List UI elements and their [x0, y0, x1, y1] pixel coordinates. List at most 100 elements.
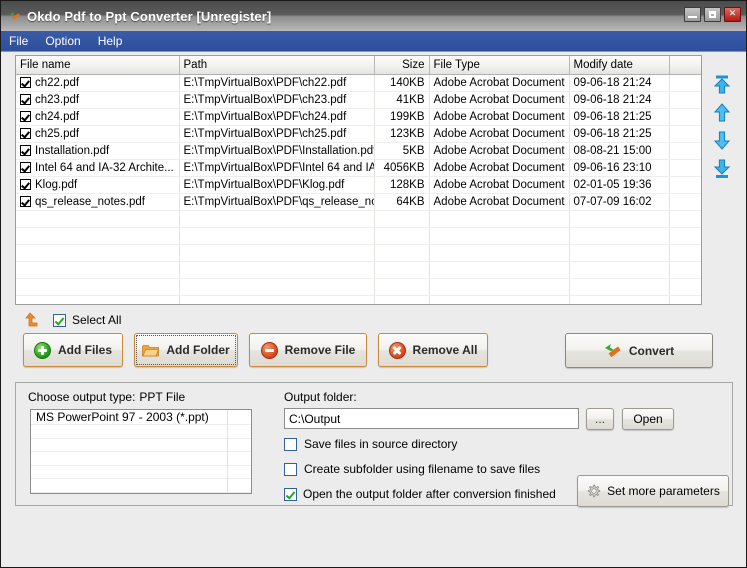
create-subfolder-label: Create subfolder using filename to save …: [304, 462, 541, 476]
table-row[interactable]: Intel 64 and IA-32 Archite... E:\TmpVirtu…: [16, 159, 701, 177]
table-row[interactable]: ch22.pdf E:\TmpVirtualBox\PDF\ch22.pdf 140…: [16, 74, 701, 92]
cell-empty: [429, 261, 570, 279]
cell-path: E:\TmpVirtualBox\PDF\Klog.pdf: [179, 176, 375, 194]
file-table: File name Path Size File Type Modify dat…: [16, 56, 701, 304]
table-row[interactable]: ch24.pdf E:\TmpVirtualBox\PDF\ch24.pdf 199…: [16, 108, 701, 126]
add-folder-button[interactable]: Add Folder: [134, 333, 238, 367]
cell-file-type: Adobe Acrobat Document: [429, 142, 570, 160]
plus-circle-icon: [33, 341, 51, 359]
row-checkbox[interactable]: [20, 76, 31, 88]
file-name-text: ch25.pdf: [35, 127, 80, 140]
cell-file-type: Adobe Acrobat Document: [429, 125, 570, 143]
save-in-source-checkbox[interactable]: [284, 437, 297, 451]
cell-size: 41KB: [374, 91, 430, 109]
output-folder-label: Output folder:: [284, 390, 357, 404]
cell-file-name: Installation.pdf: [16, 142, 180, 160]
menu-item-file[interactable]: File: [9, 32, 36, 50]
add-files-button[interactable]: Add Files: [23, 333, 123, 367]
file-name-text: Intel 64 and IA-32 Archite...: [35, 161, 174, 174]
row-checkbox[interactable]: [20, 127, 31, 139]
move-to-top-icon[interactable]: [711, 74, 733, 95]
cell-empty: [16, 210, 180, 228]
cell-empty: [429, 295, 570, 304]
menu-item-option[interactable]: Option: [45, 32, 88, 50]
open-after-convert-checkbox[interactable]: [284, 487, 297, 501]
cell-path: E:\TmpVirtualBox\PDF\ch25.pdf: [179, 125, 375, 143]
set-more-parameters-button[interactable]: Set more parameters: [577, 475, 729, 507]
column-header-size[interactable]: Size: [374, 56, 430, 75]
move-to-bottom-icon[interactable]: [711, 158, 733, 179]
table-row[interactable]: ch25.pdf E:\TmpVirtualBox\PDF\ch25.pdf 123…: [16, 125, 701, 143]
cell-extra: [669, 108, 701, 126]
cell-file-name: ch23.pdf: [16, 91, 180, 109]
open-folder-button[interactable]: Open: [622, 408, 674, 430]
table-row[interactable]: Klog.pdf E:\TmpVirtualBox\PDF\Klog.pdf 128…: [16, 176, 701, 194]
cell-empty: [16, 295, 180, 304]
window-controls: ✕: [684, 7, 741, 22]
column-header-extra[interactable]: [669, 56, 701, 75]
select-all-checkbox[interactable]: [53, 313, 66, 327]
move-up-icon[interactable]: [711, 102, 733, 123]
output-folder-input[interactable]: [284, 408, 579, 429]
file-name-text: ch22.pdf: [35, 76, 80, 89]
back-arrow-icon[interactable]: [21, 312, 41, 328]
convert-button[interactable]: Convert: [565, 333, 713, 368]
type-list-item[interactable]: MS PowerPoint 97 - 2003 (*.ppt): [31, 410, 251, 425]
maximize-button[interactable]: [704, 7, 721, 22]
select-all-row: Select All: [21, 310, 121, 330]
cell-modify-date: 09-06-16 23:10: [569, 159, 670, 177]
add-files-label: Add Files: [57, 343, 112, 357]
cell-empty: [179, 278, 375, 296]
table-row-empty: [16, 295, 701, 304]
row-checkbox[interactable]: [20, 195, 31, 207]
cell-extra: [669, 74, 701, 92]
remove-file-button[interactable]: Remove File: [249, 333, 367, 367]
row-checkbox[interactable]: [20, 93, 31, 105]
table-row-empty: [16, 278, 701, 296]
table-row[interactable]: qs_release_notes.pdf E:\TmpVirtualBox\PDF…: [16, 193, 701, 211]
cell-empty: [374, 278, 430, 296]
cell-empty: [179, 227, 375, 245]
cell-empty: [429, 227, 570, 245]
minimize-button[interactable]: [684, 7, 701, 22]
output-settings-group: Choose output type: PPT File MS PowerPoin…: [15, 382, 733, 507]
cell-path: E:\TmpVirtualBox\PDF\Intel 64 and IA-...: [179, 159, 375, 177]
cell-modify-date: 09-06-18 21:24: [569, 74, 670, 92]
close-button[interactable]: ✕: [724, 7, 741, 22]
cell-extra: [669, 176, 701, 194]
table-row[interactable]: Installation.pdf E:\TmpVirtualBox\PDF\Ins…: [16, 142, 701, 160]
remove-all-button[interactable]: Remove All: [378, 333, 488, 367]
remove-all-label: Remove All: [412, 343, 478, 357]
move-down-icon[interactable]: [711, 130, 733, 151]
row-checkbox[interactable]: [20, 178, 31, 190]
output-type-value: PPT File: [139, 390, 186, 404]
cell-empty: [669, 278, 701, 296]
table-row[interactable]: ch23.pdf E:\TmpVirtualBox\PDF\ch23.pdf 41K…: [16, 91, 701, 109]
column-header-path[interactable]: Path: [179, 56, 375, 75]
cell-extra: [669, 125, 701, 143]
file-list[interactable]: File name Path Size File Type Modify dat…: [15, 55, 702, 305]
title-bar: Okdo Pdf to Ppt Converter [Unregister] ✕: [1, 1, 746, 31]
cell-file-type: Adobe Acrobat Document: [429, 91, 570, 109]
row-checkbox[interactable]: [20, 144, 31, 156]
cell-path: E:\TmpVirtualBox\PDF\Installation.pdf: [179, 142, 375, 160]
column-header-file-name[interactable]: File name: [16, 56, 180, 75]
cell-empty: [16, 261, 180, 279]
column-header-file-type[interactable]: File Type: [429, 56, 570, 75]
column-header-modify-date[interactable]: Modify date: [569, 56, 670, 75]
cell-empty: [669, 244, 701, 262]
file-name-text: ch23.pdf: [35, 93, 80, 106]
menu-item-help[interactable]: Help: [98, 32, 131, 50]
cell-empty: [179, 210, 375, 228]
row-checkbox[interactable]: [20, 110, 31, 122]
create-subfolder-checkbox[interactable]: [284, 462, 297, 476]
type-list-item-empty: [31, 479, 251, 493]
option-row-create-subfolder: Create subfolder using filename to save …: [284, 462, 540, 476]
browse-folder-button[interactable]: ...: [586, 408, 614, 430]
cell-modify-date: 07-07-09 16:02: [569, 193, 670, 211]
row-checkbox[interactable]: [20, 161, 31, 173]
output-type-list[interactable]: MS PowerPoint 97 - 2003 (*.ppt): [30, 409, 252, 494]
cell-file-type: Adobe Acrobat Document: [429, 74, 570, 92]
option-row-save-in-source: Save files in source directory: [284, 437, 457, 451]
window-title: Okdo Pdf to Ppt Converter [Unregister]: [27, 8, 272, 24]
